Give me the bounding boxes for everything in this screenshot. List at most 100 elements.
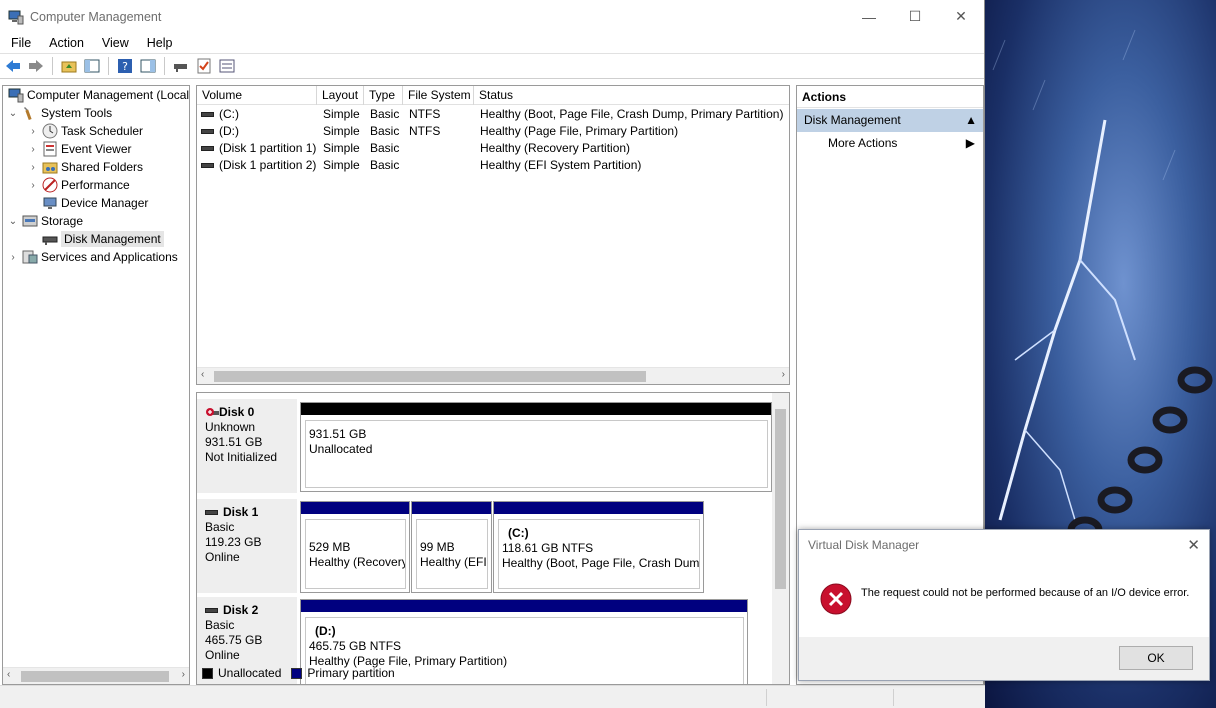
- up-folder-button[interactable]: [60, 57, 78, 75]
- chevron-right-icon[interactable]: ›: [7, 252, 19, 263]
- partition-efi[interactable]: 99 MB Healthy (EFI: [411, 501, 492, 593]
- tree-item-task-scheduler[interactable]: › Task Scheduler: [27, 122, 143, 140]
- partition-band: [301, 502, 409, 514]
- partition-unallocated[interactable]: 931.51 GB Unallocated: [300, 402, 772, 492]
- partition-recovery[interactable]: 529 MB Healthy (Recovery: [300, 501, 410, 593]
- volume-row[interactable]: (D:) Simple Basic NTFS Healthy (Page Fil…: [197, 123, 789, 140]
- tree-item-system-tools[interactable]: ⌄ System Tools: [7, 104, 112, 122]
- scroll-left-icon[interactable]: ‹: [201, 369, 204, 380]
- column-header-file-system[interactable]: File System: [403, 86, 474, 105]
- partition-size: 99 MB: [420, 540, 455, 554]
- connect-button[interactable]: [172, 57, 190, 75]
- view-button[interactable]: [218, 57, 236, 75]
- checklist-icon: [197, 58, 211, 74]
- tree-item-performance[interactable]: › Performance: [27, 176, 130, 194]
- unallocated-swatch: [202, 667, 213, 679]
- help-button[interactable]: ?: [116, 57, 134, 75]
- menu-action[interactable]: Action: [40, 36, 93, 50]
- status-bar-divider: [766, 689, 767, 706]
- tree-item-device-manager[interactable]: Device Manager: [39, 194, 148, 212]
- volume-list-horizontal-scrollbar[interactable]: ‹ ›: [197, 367, 789, 384]
- back-arrow-icon: [6, 60, 20, 72]
- tree-label: Task Scheduler: [61, 124, 144, 138]
- properties-button[interactable]: [195, 57, 213, 75]
- tree-item-event-viewer[interactable]: › Event Viewer: [27, 140, 131, 158]
- legend-primary: Primary partition: [307, 666, 395, 680]
- chevron-right-icon[interactable]: ›: [27, 126, 39, 137]
- partition-status: Healthy (Recovery: [309, 555, 406, 569]
- collapse-up-icon[interactable]: ▲: [965, 109, 977, 132]
- ok-button[interactable]: OK: [1119, 646, 1193, 670]
- column-header-layout[interactable]: Layout: [317, 86, 364, 105]
- disk-map: Disk 0 Unknown 931.51 GB Not Initialized…: [196, 392, 790, 685]
- scrollbar-thumb[interactable]: [21, 671, 169, 682]
- partition-size: 465.75 GB NTFS: [309, 639, 402, 653]
- tree-item-shared-folders[interactable]: › Shared Folders: [27, 158, 143, 176]
- volume-type: Basic: [370, 107, 400, 121]
- chevron-down-icon[interactable]: ⌄: [7, 108, 19, 119]
- column-header-type[interactable]: Type: [364, 86, 403, 105]
- scrollbar-thumb[interactable]: [214, 371, 646, 382]
- shared-folder-icon: [42, 162, 58, 174]
- volume-layout: Simple: [323, 158, 360, 172]
- volume-layout: Simple: [323, 107, 360, 121]
- tree-item-computer-management[interactable]: Computer Management (Local: [5, 86, 189, 104]
- scroll-left-icon[interactable]: ‹: [7, 669, 10, 680]
- show-hide-tree-button[interactable]: [83, 57, 101, 75]
- forward-button[interactable]: [27, 57, 45, 75]
- partition-status: Unallocated: [309, 442, 373, 456]
- volume-status: Healthy (Boot, Page File, Crash Dump, Pr…: [480, 107, 784, 121]
- disk-icon: [205, 608, 218, 614]
- partition-band: [301, 403, 771, 415]
- column-header-status[interactable]: Status: [474, 86, 789, 105]
- show-hide-action-pane-button[interactable]: [139, 57, 157, 75]
- volume-status: Healthy (Page File, Primary Partition): [480, 124, 679, 138]
- window-title: Computer Management: [30, 9, 162, 24]
- chevron-down-icon[interactable]: ⌄: [7, 216, 19, 227]
- menu-help[interactable]: Help: [138, 36, 182, 50]
- back-button[interactable]: [4, 57, 22, 75]
- tree-item-disk-management[interactable]: Disk Management: [39, 230, 164, 248]
- chevron-right-icon[interactable]: ›: [27, 144, 39, 155]
- tree-item-storage[interactable]: ⌄ Storage: [7, 212, 83, 230]
- minimize-button[interactable]: —: [846, 0, 892, 33]
- chevron-right-icon[interactable]: ›: [27, 162, 39, 173]
- scroll-right-icon[interactable]: ›: [782, 369, 785, 380]
- volume-list: Volume Layout Type File System Status (C…: [196, 85, 790, 385]
- menu-view[interactable]: View: [93, 36, 138, 50]
- close-button[interactable]: ✕: [938, 0, 984, 33]
- title-bar: Computer Management — ☐ ✕: [0, 0, 984, 33]
- volume-row[interactable]: (Disk 1 partition 1) Simple Basic Health…: [197, 140, 789, 157]
- more-actions-item[interactable]: More Actions ▶: [797, 132, 983, 155]
- volume-row[interactable]: (Disk 1 partition 2) Simple Basic Health…: [197, 157, 789, 174]
- disk-label[interactable]: Disk 1 Basic 119.23 GB Online: [197, 499, 298, 593]
- action-pane-icon: [140, 59, 156, 73]
- maximize-button[interactable]: ☐: [892, 0, 938, 33]
- chevron-right-icon[interactable]: ›: [27, 180, 39, 191]
- disk-size: 119.23 GB: [205, 535, 262, 549]
- minimize-icon: —: [862, 8, 876, 25]
- primary-partition-swatch: [291, 667, 303, 679]
- volume-status: Healthy (EFI System Partition): [480, 158, 642, 172]
- volume-row[interactable]: (C:) Simple Basic NTFS Healthy (Boot, Pa…: [197, 106, 789, 123]
- volume-name: (Disk 1 partition 1): [219, 141, 317, 155]
- tree-item-services-and-applications[interactable]: › Services and Applications: [7, 248, 177, 266]
- menu-file[interactable]: File: [2, 36, 40, 50]
- tree-label: Computer Management (Local: [27, 88, 190, 102]
- scrollbar-thumb[interactable]: [775, 409, 786, 589]
- disk-row: Disk 1 Basic 119.23 GB Online 529 MB Hea…: [197, 499, 774, 593]
- tree-horizontal-scrollbar[interactable]: ‹ ›: [3, 667, 189, 684]
- disk-label[interactable]: Disk 0 Unknown 931.51 GB Not Initialized: [197, 399, 298, 493]
- list-view-icon: [219, 59, 235, 73]
- actions-section-label: Disk Management: [804, 113, 901, 127]
- scroll-right-icon[interactable]: ›: [182, 669, 185, 680]
- volume-icon: [201, 163, 214, 169]
- volume-type: Basic: [370, 158, 400, 172]
- dialog-close-icon[interactable]: ✕: [1187, 536, 1200, 554]
- column-header-volume[interactable]: Volume: [197, 86, 317, 105]
- actions-section-disk-management[interactable]: Disk Management ▲: [797, 109, 983, 132]
- partition-c-drive[interactable]: (C:) 118.61 GB NTFS Healthy (Boot, Page …: [493, 501, 704, 593]
- volume-type: Basic: [370, 124, 400, 138]
- svg-text:?: ?: [122, 60, 128, 73]
- disk-map-vertical-scrollbar[interactable]: [772, 393, 789, 684]
